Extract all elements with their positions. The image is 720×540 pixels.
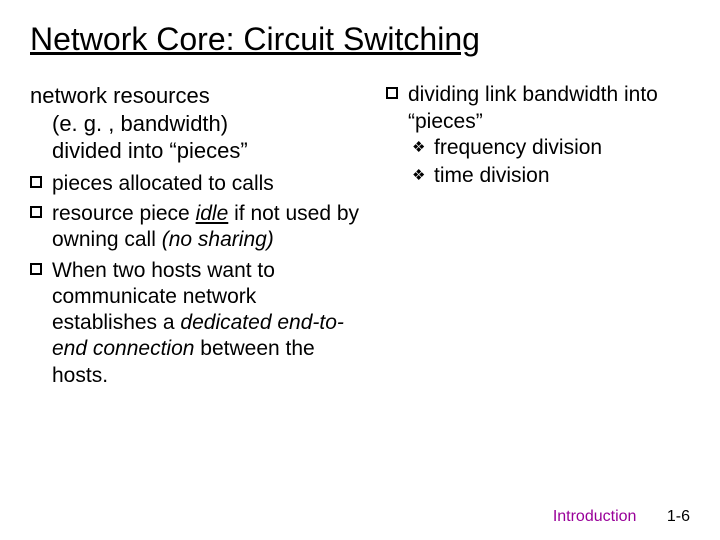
bullet-text-tail: (no sharing) (162, 228, 274, 251)
left-bullet-3: When two hosts want to communicate netwo… (30, 258, 366, 389)
right-bullet-list: dividing link bandwidth into “pieces” fr… (386, 82, 690, 189)
bullet-text-idle: idle (196, 202, 229, 225)
content-columns: network resources (e. g. , bandwidth) di… (30, 82, 690, 393)
footer-section: Introduction (553, 508, 637, 525)
left-bullet-list: pieces allocated to calls resource piece… (30, 171, 366, 389)
footer: Introduction 1-6 (553, 508, 690, 526)
sub-text: time division (434, 164, 550, 187)
left-bullet-1: pieces allocated to calls (30, 171, 366, 197)
right-sub-list: frequency division time division (412, 135, 690, 190)
right-bullet-1: dividing link bandwidth into “pieces” fr… (386, 82, 690, 189)
slide-title: Network Core: Circuit Switching (30, 20, 690, 58)
footer-page: 1-6 (667, 508, 690, 525)
lead-text: network resources (e. g. , bandwidth) di… (30, 82, 366, 165)
right-sub-2: time division (412, 163, 690, 189)
sub-text: frequency division (434, 136, 602, 159)
bullet-text: pieces allocated to calls (52, 172, 274, 195)
right-sub-1: frequency division (412, 135, 690, 161)
lead-line-2: (e. g. , bandwidth) (52, 110, 366, 138)
lead-line-1: network resources (30, 83, 210, 108)
lead-line-3: divided into “pieces” (52, 137, 366, 165)
bullet-text: dividing link bandwidth into “pieces” (408, 83, 658, 132)
slide: Network Core: Circuit Switching network … (0, 0, 720, 540)
left-column: network resources (e. g. , bandwidth) di… (30, 82, 366, 393)
left-bullet-2: resource piece idle if not used by ownin… (30, 201, 366, 254)
right-column: dividing link bandwidth into “pieces” fr… (386, 82, 690, 393)
bullet-text-pre: resource piece (52, 202, 196, 225)
